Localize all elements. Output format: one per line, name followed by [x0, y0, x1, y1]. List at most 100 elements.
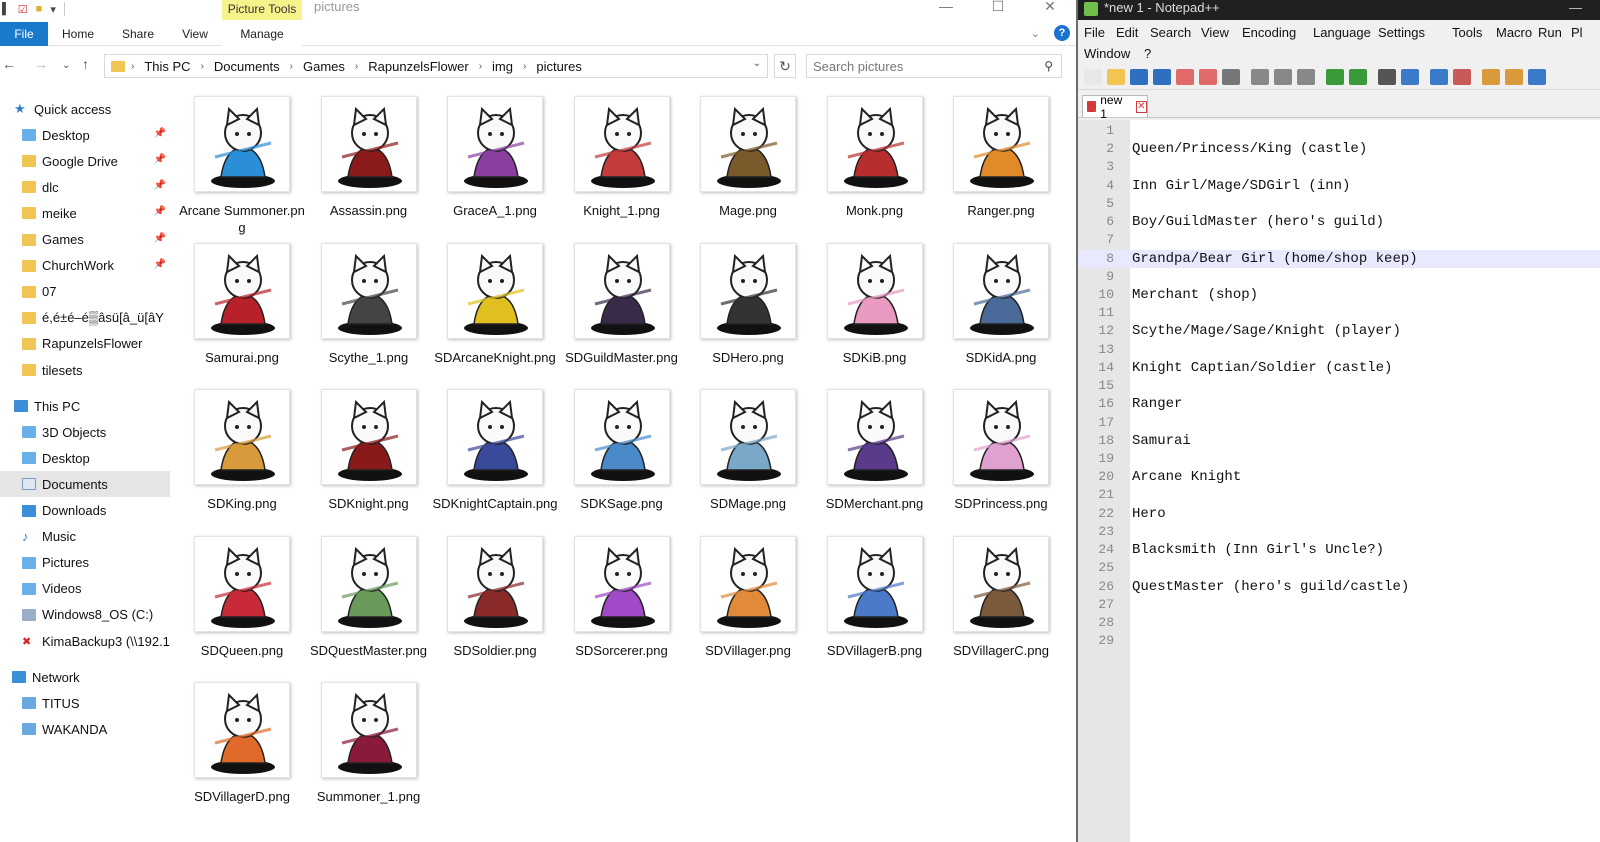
file-item[interactable]: SDMerchant.png [809, 379, 929, 519]
replace-icon[interactable] [1401, 68, 1419, 85]
menu-item[interactable]: Macro [1496, 25, 1532, 40]
editor-line[interactable]: 12 Scythe/Mage/Sage/Knight (player) [1078, 322, 1600, 340]
file-item[interactable]: SDKiB.png [809, 233, 929, 373]
up-arrow-icon[interactable]: ↑ [82, 56, 89, 72]
save-all-icon[interactable] [1153, 68, 1171, 85]
nav-item[interactable]: Desktop 📌 [0, 122, 170, 148]
search-input[interactable]: Search pictures ⚲ [806, 54, 1062, 78]
file-item[interactable]: SDVillager.png [682, 526, 802, 666]
tab-home[interactable]: Home [52, 22, 104, 46]
menu-item[interactable]: Encoding [1242, 25, 1296, 40]
editor-line[interactable]: 18 Samurai [1078, 432, 1600, 450]
nav-item[interactable]: Games 📌 [0, 227, 170, 253]
print-icon[interactable] [1222, 68, 1240, 85]
nav-item[interactable]: Documents [0, 471, 170, 498]
minimize-icon[interactable]: — [920, 0, 972, 20]
file-item[interactable]: SDKing.png [176, 379, 296, 519]
file-item[interactable]: SDVillagerB.png [809, 526, 929, 666]
editor-line[interactable]: 1 [1078, 122, 1600, 140]
save-icon[interactable] [1130, 68, 1148, 85]
file-item[interactable]: SDKnight.png [303, 379, 423, 519]
nav-item[interactable]: Downloads [0, 498, 170, 524]
sync-vertical-icon[interactable] [1482, 68, 1500, 85]
breadcrumb-item[interactable]: pictures [536, 59, 582, 74]
file-item[interactable]: SDKnightCaptain.png [429, 379, 558, 519]
file-item[interactable]: Samurai.png [176, 233, 296, 373]
breadcrumb-item[interactable]: img [492, 59, 513, 74]
file-item[interactable]: Knight_1.png [556, 86, 676, 226]
help-icon[interactable]: ? [1054, 25, 1070, 41]
tab-file[interactable]: File [0, 22, 48, 46]
menu-item[interactable]: Edit [1116, 25, 1138, 40]
menu-item[interactable]: Tools [1452, 25, 1482, 40]
editor-line[interactable]: 27 [1078, 596, 1600, 614]
editor-line[interactable]: 10 Merchant (shop) [1078, 286, 1600, 304]
file-item[interactable]: Scythe_1.png [303, 233, 423, 373]
checkbox-icon[interactable]: ☑ [18, 3, 28, 16]
file-item[interactable]: SDKSage.png [556, 379, 676, 519]
editor-line[interactable]: 7 [1078, 231, 1600, 249]
editor-line[interactable]: 5 [1078, 195, 1600, 213]
editor-line[interactable]: 24 Blacksmith (Inn Girl's Uncle?) [1078, 541, 1600, 559]
nav-item[interactable]: Network [0, 664, 170, 690]
breadcrumb-item[interactable]: Documents [214, 59, 280, 74]
menu-item[interactable]: Window [1084, 46, 1130, 61]
editor-line[interactable]: 29 [1078, 632, 1600, 650]
forward-arrow-icon[interactable]: → [34, 56, 48, 72]
nav-item[interactable]: ★ Quick access [0, 96, 170, 122]
file-item[interactable]: SDVillagerC.png [935, 526, 1055, 666]
address-bar[interactable]: › This PC › Documents › Games › Rapunzel… [104, 54, 768, 78]
copy-icon[interactable] [1274, 68, 1292, 85]
nav-item[interactable]: 07 [0, 279, 170, 305]
nav-item[interactable]: TITUS [0, 690, 170, 716]
redo-icon[interactable] [1349, 68, 1367, 85]
nav-item[interactable]: ChurchWork 📌 [0, 253, 170, 279]
text-editor[interactable]: 1 2 Queen/Princess/King (castle) 3 4 Inn Girl… [1078, 120, 1600, 842]
nav-item[interactable]: meike 📌 [0, 200, 170, 226]
nav-item[interactable]: Windows8_OS (C:) [0, 602, 170, 628]
editor-line[interactable]: 14 Knight Captian/Soldier (castle) [1078, 359, 1600, 377]
menu-item[interactable]: Settings [1378, 25, 1425, 40]
editor-line[interactable]: 3 [1078, 158, 1600, 176]
editor-line[interactable]: 15 [1078, 377, 1600, 395]
zoom-in-icon[interactable] [1430, 68, 1448, 85]
file-item[interactable]: SDQueen.png [176, 526, 296, 666]
refresh-button[interactable]: ↻ [774, 54, 796, 78]
nav-item[interactable]: é,é±é–é▒âsü[â_ü[âY [0, 305, 170, 331]
editor-line[interactable]: 6 Boy/GuildMaster (hero's guild) [1078, 213, 1600, 231]
file-item[interactable]: SDGuildMaster.png [556, 233, 678, 373]
nav-item[interactable]: Desktop [0, 445, 170, 471]
close-icon[interactable]: ✕ [1024, 0, 1076, 20]
sync-horizontal-icon[interactable] [1505, 68, 1523, 85]
breadcrumb-item[interactable]: This PC [144, 59, 190, 74]
file-item[interactable]: SDPrincess.png [935, 379, 1055, 519]
maximize-icon[interactable]: ☐ [972, 0, 1024, 20]
editor-line[interactable]: 20 Arcane Knight [1078, 468, 1600, 486]
editor-line[interactable]: 17 [1078, 414, 1600, 432]
file-item[interactable]: SDHero.png [682, 233, 802, 373]
cut-icon[interactable] [1251, 68, 1269, 85]
editor-line[interactable]: 21 [1078, 486, 1600, 504]
close-tab-icon[interactable]: ✕ [1135, 100, 1147, 113]
editor-line[interactable]: 25 [1078, 559, 1600, 577]
breadcrumb-item[interactable]: RapunzelsFlower [368, 59, 468, 74]
breadcrumb-item[interactable]: Games [303, 59, 345, 74]
minimize-icon[interactable]: — [1569, 0, 1582, 16]
nav-item[interactable]: tilesets [0, 357, 170, 383]
file-item[interactable]: SDSorcerer.png [556, 526, 676, 666]
editor-line[interactable]: 23 [1078, 523, 1600, 541]
file-item[interactable]: Ranger.png [935, 86, 1055, 226]
menu-item[interactable]: Run [1538, 25, 1562, 40]
menu-item[interactable]: View [1201, 25, 1229, 40]
close-all-icon[interactable] [1199, 68, 1217, 85]
editor-line[interactable]: 11 [1078, 304, 1600, 322]
tab-view[interactable]: View [170, 22, 220, 46]
file-item[interactable]: GraceA_1.png [429, 86, 549, 226]
chevron-down-icon[interactable]: ⌄ [753, 58, 761, 69]
ribbon-expand-icon[interactable]: ⌄ [1031, 27, 1040, 40]
nav-item[interactable]: Google Drive 📌 [0, 148, 170, 174]
word-wrap-icon[interactable] [1528, 68, 1546, 85]
editor-line[interactable]: 19 [1078, 450, 1600, 468]
nav-item[interactable]: WAKANDA [0, 716, 170, 742]
tab-new-1[interactable]: new 1 ✕ [1082, 93, 1148, 121]
